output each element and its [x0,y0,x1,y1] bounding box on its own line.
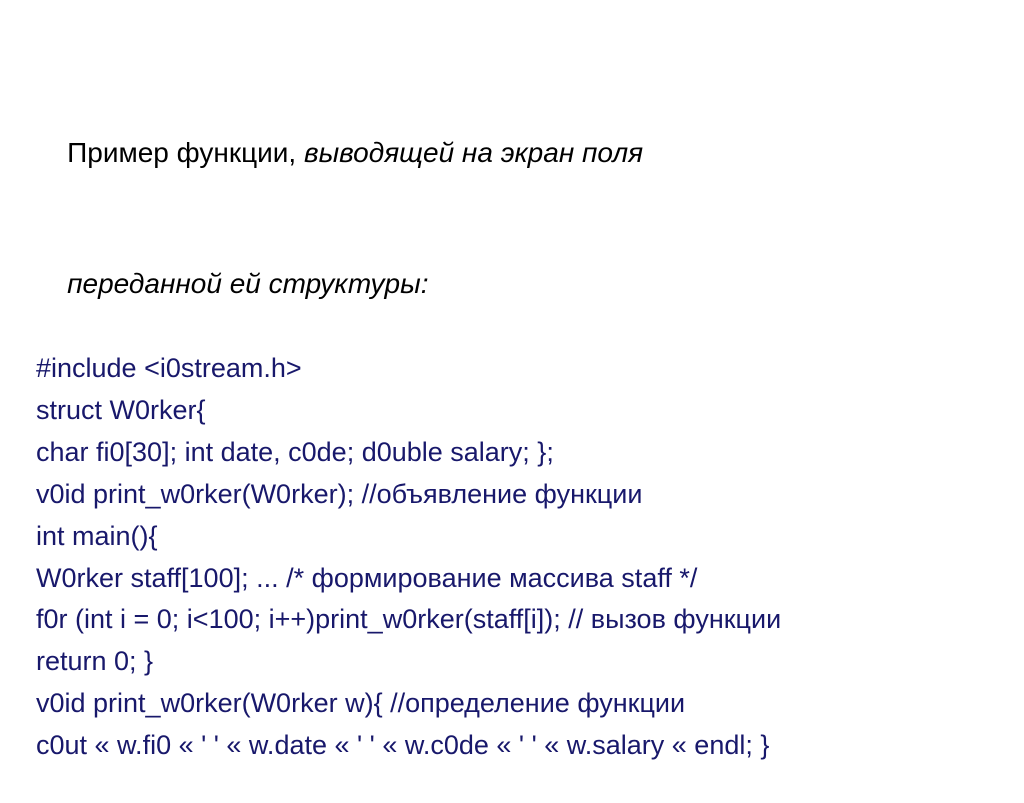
code-line-3: char fi0[30]; int date, c0de; d0uble sal… [36,432,988,474]
code-line-7: f0r (int i = 0; i<100; i++)print_w0rker(… [36,599,988,641]
heading-plain: Пример функции, [67,137,304,168]
heading-italic-1: выводящей на экран поля [304,137,643,168]
code-line-10: c0ut « w.fi0 « ' ' « w.date « ' ' « w.c0… [36,725,988,767]
slide-page: Пример функции, выводящей на экран поля … [0,0,1024,803]
code-line-8: return 0; } [36,641,988,683]
code-line-4: v0id print_w0rker(W0rker); //объявление … [36,474,988,516]
code-line-1: #include <i0stream.h> [36,348,988,390]
code-line-6: W0rker staff[100]; ... /* формирование м… [36,558,988,600]
code-line-2: struct W0rker{ [36,390,988,432]
heading-line-1: Пример функции, выводящей на экран поля [36,88,988,218]
code-line-5: int main(){ [36,516,988,558]
heading-italic-2: переданной ей структуры: [67,268,428,299]
code-line-9: v0id print_w0rker(W0rker w){ //определен… [36,683,988,725]
heading-line-2: переданной ей структуры: [36,218,988,348]
